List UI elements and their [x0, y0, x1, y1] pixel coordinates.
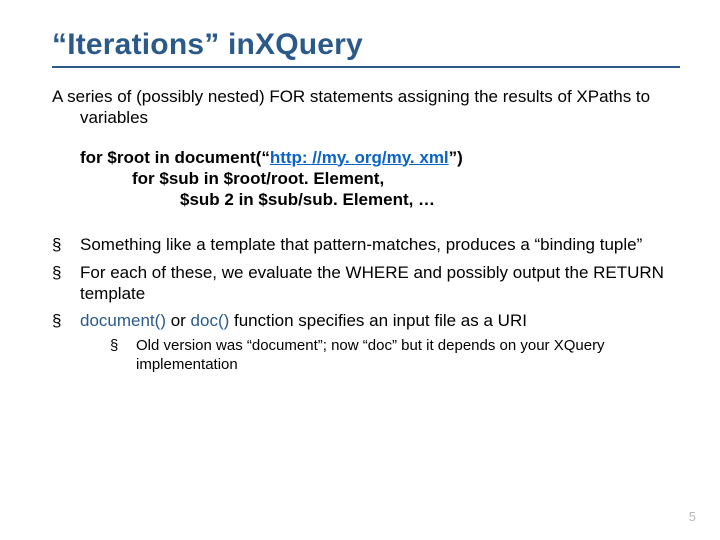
- bullet-item-3: document() or doc() function specifies a…: [52, 310, 680, 375]
- bullet-3-post: function specifies an input file as a UR…: [229, 311, 527, 330]
- slide-title: “Iterations” inXQuery: [52, 28, 680, 62]
- bullet-item-1: Something like a template that pattern-m…: [52, 234, 680, 255]
- code-line-1-post: ”): [449, 148, 463, 167]
- slide: “Iterations” inXQuery A series of (possi…: [0, 0, 720, 540]
- code-line-3: $sub 2 in $sub/sub. Element, …: [52, 189, 680, 210]
- code-example: for $root in document(“http: //my. org/m…: [52, 147, 680, 211]
- code-line-1: for $root in document(“http: //my. org/m…: [52, 147, 680, 168]
- sub-bullet-list: Old version was “document”; now “doc” bu…: [80, 337, 680, 375]
- code-line-1-pre: for $root in document(“: [80, 148, 270, 167]
- sub-bullet-item: Old version was “document”; now “doc” bu…: [110, 337, 680, 375]
- bullet-list: Something like a template that pattern-m…: [52, 234, 680, 375]
- document-fn: document(): [80, 311, 166, 330]
- slide-body: A series of (possibly nested) FOR statem…: [52, 86, 680, 375]
- bullet-3-mid: or: [166, 311, 191, 330]
- title-part-1: “Iterations” in: [52, 28, 255, 61]
- bullet-item-2: For each of these, we evaluate the WHERE…: [52, 262, 680, 305]
- doc-fn: doc(): [191, 311, 230, 330]
- intro-line: A series of (possibly nested) FOR statem…: [52, 86, 680, 129]
- title-part-2: XQuery: [255, 28, 363, 61]
- intro-text: A series of (possibly nested) FOR statem…: [52, 86, 680, 129]
- code-url-link[interactable]: http: //my. org/my. xml: [270, 148, 449, 167]
- title-underline: [52, 66, 680, 68]
- code-line-2: for $sub in $root/root. Element,: [52, 168, 680, 189]
- page-number: 5: [689, 509, 696, 524]
